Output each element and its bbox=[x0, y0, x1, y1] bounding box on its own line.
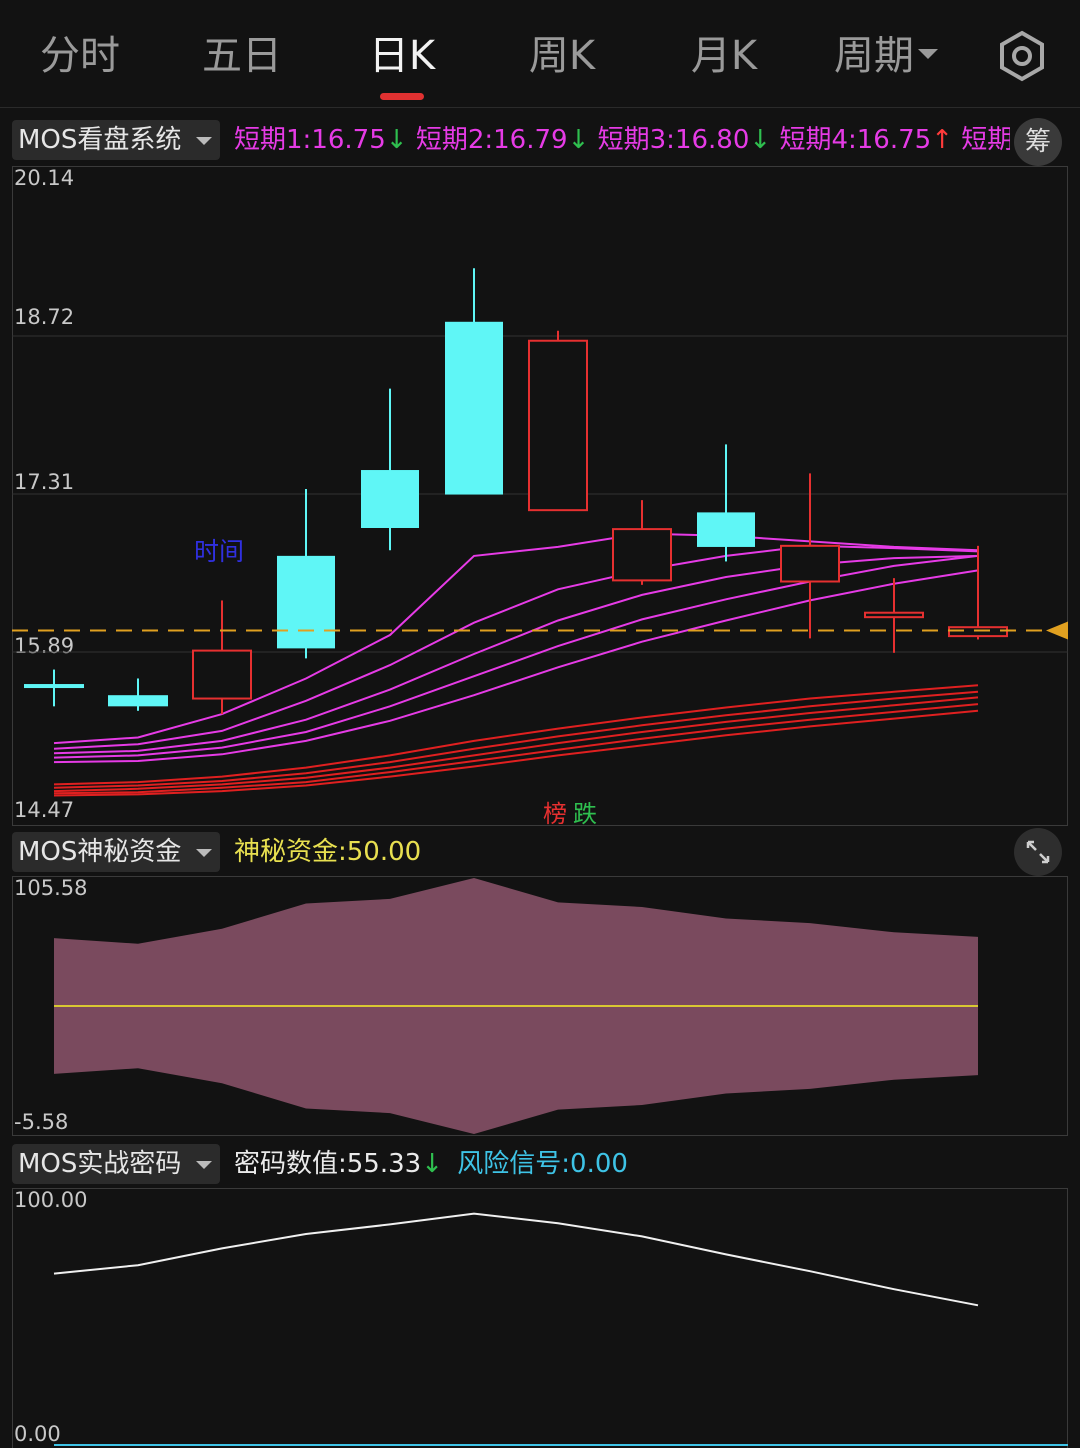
price-marker-icon bbox=[1046, 621, 1068, 640]
candle-body bbox=[864, 611, 924, 619]
candle-body bbox=[445, 321, 503, 495]
candle-body bbox=[361, 470, 419, 528]
candle-body bbox=[697, 512, 755, 547]
candle-body bbox=[277, 555, 335, 649]
candle-body bbox=[948, 626, 1008, 638]
candle-body bbox=[108, 695, 168, 707]
candle-body bbox=[528, 339, 588, 512]
code-value-line bbox=[53, 1212, 979, 1307]
candle-body bbox=[24, 684, 84, 689]
candle-body bbox=[192, 649, 252, 700]
chart-canvas bbox=[12, 268, 1068, 1446]
candle-body bbox=[612, 528, 672, 582]
candle-body bbox=[780, 544, 840, 583]
ma-line bbox=[53, 690, 979, 789]
